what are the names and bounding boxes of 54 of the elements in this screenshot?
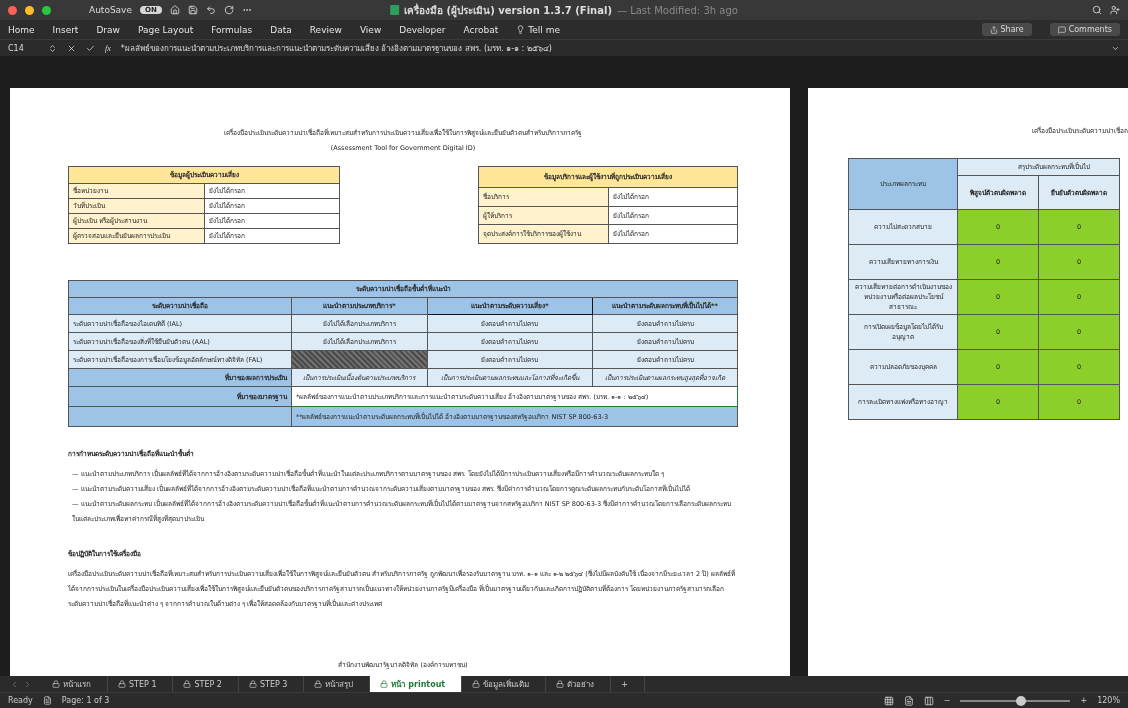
comment-icon: [1057, 25, 1066, 34]
lock-icon: [472, 680, 481, 688]
lightbulb-icon: [516, 25, 526, 34]
minimize-button[interactable]: [25, 5, 34, 15]
ribbon-tab[interactable]: Review: [309, 24, 342, 35]
zoom-level: 120%: [1097, 696, 1120, 705]
ribbon-tab[interactable]: Data: [270, 24, 292, 35]
formula-field[interactable]: *ผลลัพธ์ของการแนะนำตามประเภทบริการและการแนะนำตามระดับความเสี่ยง อ้างอิงตามมาตรฐานของ สพร. (มรท. ๑-๑ : ๒๕๖๔): [120, 41, 1101, 55]
lock-icon: [52, 680, 60, 688]
search-icon[interactable]: [1092, 5, 1102, 15]
autosave-label: AutoSave: [89, 5, 132, 15]
zoom-button[interactable]: [42, 5, 51, 15]
ribbon-tab[interactable]: Formulas: [211, 24, 253, 35]
ribbon-tab[interactable]: Home: [8, 24, 35, 35]
lock-icon: [380, 680, 389, 688]
comments-button[interactable]: Comments: [1049, 23, 1120, 36]
zoom-out-button[interactable]: −: [943, 696, 951, 705]
zoom-thumb[interactable]: [1015, 695, 1026, 706]
ribbon-tab[interactable]: Draw: [96, 24, 120, 35]
ribbon-tab[interactable]: Page Layout: [137, 24, 194, 35]
undo-icon[interactable]: [205, 5, 216, 15]
page-icon: [42, 696, 52, 705]
window-title: เครื่องมือ (ผู้ประเมิน) version 1.3.7 (Final): [404, 2, 612, 18]
normal-view-icon[interactable]: [883, 695, 894, 706]
cell-reference[interactable]: C14: [8, 43, 38, 53]
confirm-icon[interactable]: [86, 43, 95, 53]
redo-icon[interactable]: [223, 5, 234, 15]
document-icon: [390, 5, 400, 15]
cancel-icon[interactable]: [67, 43, 76, 53]
ribbon-tab[interactable]: Insert: [52, 24, 79, 35]
lock-icon: [314, 680, 323, 688]
close-button[interactable]: [8, 5, 17, 15]
ribbon-tab[interactable]: Acrobat: [463, 24, 499, 35]
page-indicator: Page: 1 of 3: [61, 696, 110, 705]
function-label[interactable]: fx: [105, 43, 111, 53]
tell-me-tab[interactable]: Tell me: [516, 24, 560, 35]
lock-icon: [556, 680, 565, 688]
lock-icon: [248, 680, 257, 688]
sheet-tab[interactable]: หน้า printout: [370, 676, 463, 692]
person-icon[interactable]: [1110, 5, 1120, 15]
last-modified: — Last Modified: 3h ago: [617, 4, 738, 16]
share-icon: [989, 25, 998, 34]
home-icon[interactable]: [169, 5, 180, 15]
ribbon-tab[interactable]: Developer: [399, 24, 446, 35]
zoom-in-button[interactable]: +: [1080, 696, 1088, 705]
status-text: Ready: [8, 696, 33, 705]
lock-icon: [118, 680, 126, 688]
page-break-icon[interactable]: [923, 695, 934, 706]
ribbon-tab[interactable]: View: [359, 24, 382, 35]
share-button[interactable]: Share: [981, 23, 1032, 36]
stepper-icon[interactable]: [48, 43, 57, 53]
lock-icon: [183, 680, 192, 688]
page-layout-icon[interactable]: [903, 695, 914, 706]
save-icon[interactable]: [187, 5, 198, 15]
